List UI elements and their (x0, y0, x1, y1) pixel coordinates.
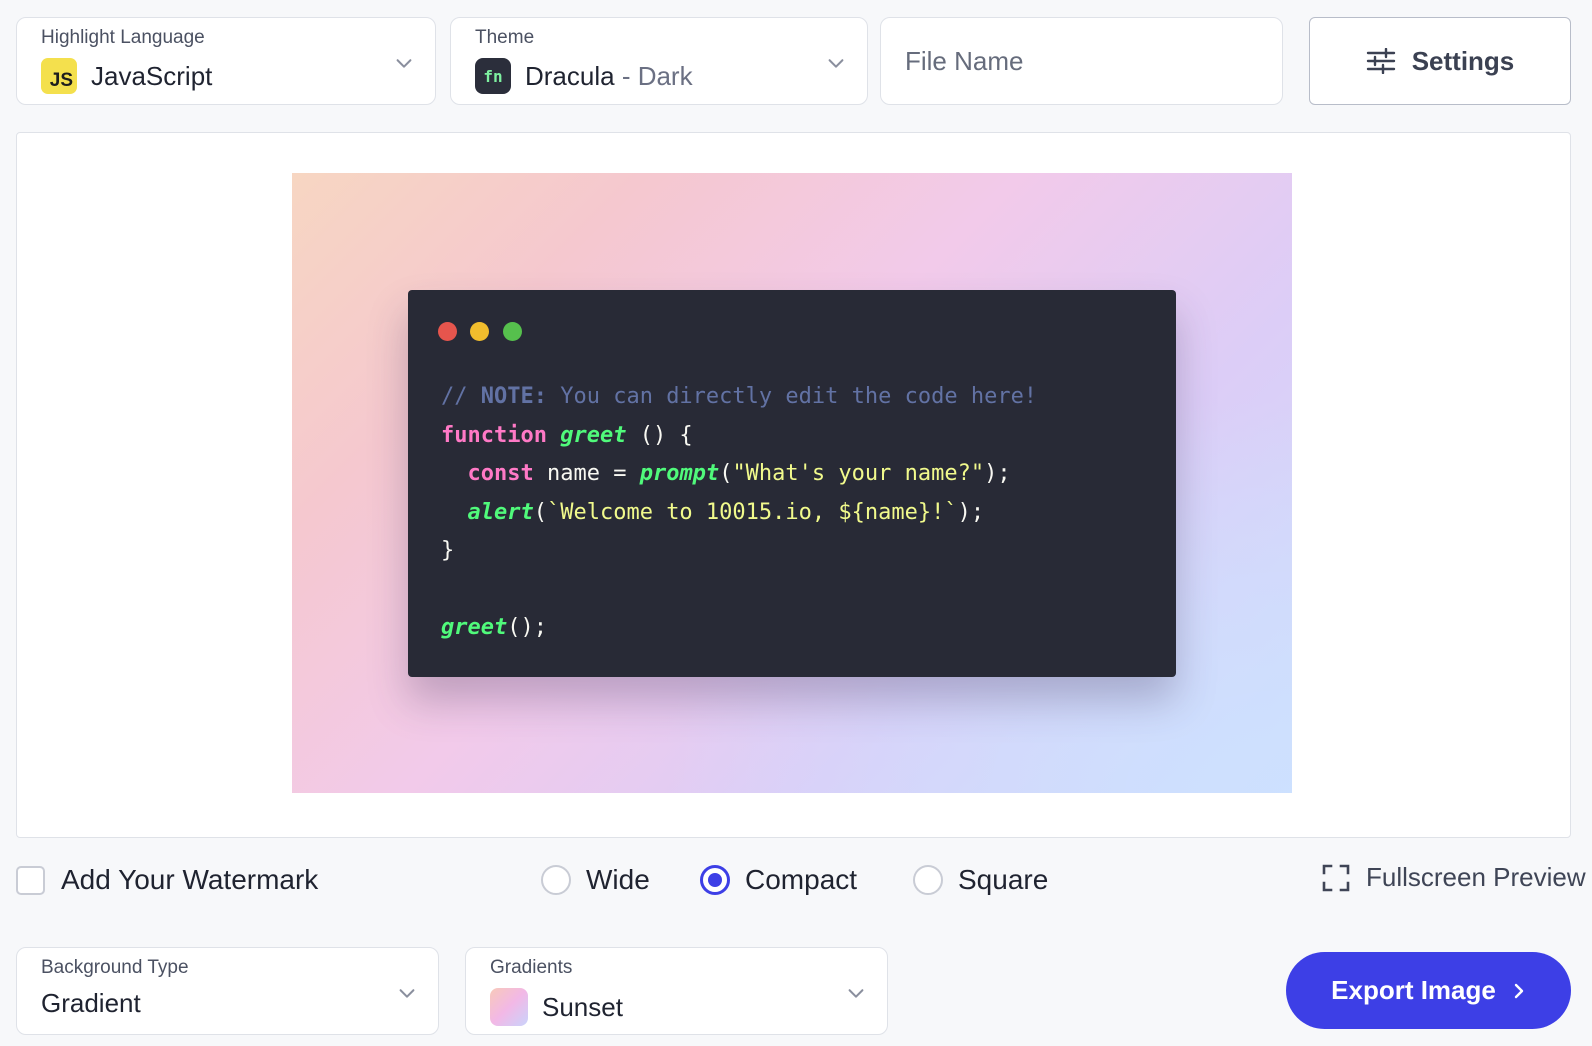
size-label-square[interactable]: Square (958, 864, 1048, 896)
fullscreen-label: Fullscreen Preview (1366, 862, 1586, 892)
gradients-value: Sunset (542, 991, 623, 1022)
window-maximize-dot (503, 322, 522, 341)
settings-button[interactable]: Settings (1309, 17, 1571, 105)
language-value: JavaScript (91, 60, 213, 91)
background-type-value: Gradient (41, 988, 141, 1018)
expand-icon (1322, 864, 1350, 891)
theme-name: Dracula (525, 60, 615, 91)
chevron-down-icon (396, 59, 412, 68)
gradients-select[interactable]: Gradients Sunset (465, 947, 888, 1035)
size-radio-square[interactable] (913, 865, 943, 895)
sliders-icon (1366, 48, 1395, 74)
background-type-label: Background Type (41, 957, 189, 978)
language-label: Highlight Language (41, 27, 205, 48)
options-row: Add Your Watermark Wide Compact Square F… (0, 862, 1592, 902)
window-minimize-dot (470, 322, 489, 341)
watermark-checkbox[interactable] (16, 866, 45, 895)
code-line: // NOTE: You can directly edit the code … (441, 384, 1038, 409)
background-type-select[interactable]: Background Type Gradient (16, 947, 439, 1035)
code-line: greet(); (441, 615, 547, 640)
code-line: const name = prompt("What's your name?")… (467, 461, 1011, 486)
export-label: Export Image (1331, 975, 1496, 1005)
size-label-wide[interactable]: Wide (586, 864, 650, 896)
preview-panel: // NOTE: You can directly edit the code … (16, 132, 1571, 838)
chevron-right-icon (1514, 983, 1524, 998)
code-line: } (441, 538, 455, 563)
chevron-down-icon (848, 989, 864, 998)
code-line: function greet () { (441, 422, 693, 448)
fullscreen-preview-button[interactable]: Fullscreen Preview (1322, 862, 1586, 893)
watermark-label[interactable]: Add Your Watermark (61, 864, 318, 896)
file-name-input[interactable] (880, 17, 1283, 105)
theme-label: Theme (475, 27, 535, 48)
javascript-icon: JS (41, 58, 77, 94)
export-image-button[interactable]: Export Image (1286, 952, 1571, 1029)
theme-variant: - Dark (614, 60, 693, 91)
size-radio-compact[interactable] (700, 865, 730, 895)
size-label-compact[interactable]: Compact (745, 864, 857, 896)
gradient-swatch (490, 988, 528, 1026)
code-editor[interactable]: // NOTE: You can directly edit the code … (441, 378, 1037, 648)
theme-select[interactable]: Theme fn Dracula - Dark (450, 17, 868, 105)
language-select[interactable]: Highlight Language JS JavaScript (16, 17, 436, 105)
chevron-down-icon (828, 59, 844, 68)
gradients-label: Gradients (490, 957, 573, 978)
size-radio-wide[interactable] (541, 865, 571, 895)
code-window[interactable]: // NOTE: You can directly edit the code … (408, 290, 1176, 677)
gradient-canvas: // NOTE: You can directly edit the code … (292, 173, 1292, 793)
code-line: alert(`Welcome to 10015.io, ${name}!`); (467, 499, 985, 525)
settings-label: Settings (1411, 45, 1515, 76)
chevron-down-icon (399, 989, 415, 998)
theme-fn-icon: fn (475, 58, 511, 94)
window-close-dot (438, 322, 457, 341)
